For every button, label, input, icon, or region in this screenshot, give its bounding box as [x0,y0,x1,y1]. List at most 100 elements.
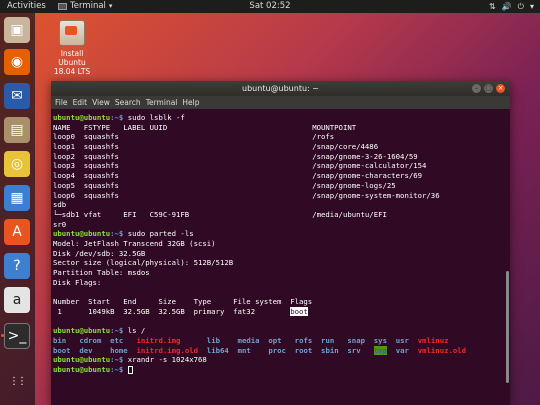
ls-entry: media [219,335,260,345]
help-icon[interactable]: ? [4,253,30,279]
terminal-line: Number Start End Size Type File system F… [53,297,502,307]
terminal-line: boot dev home initrd.img.old lib64 mnt p… [53,345,502,356]
parted-row: Partition Table: msdos [53,268,150,277]
terminal-window[interactable]: ubuntu@ubuntu: ~ – □ × File Edit View Se… [51,81,510,405]
network-icon: ⇅ [488,2,496,11]
menu-view[interactable]: View [92,96,110,109]
ls-entry: root [285,345,313,355]
terminal-line: Partition Table: msdos [53,268,502,278]
terminal-line: NAME FSTYPE LABEL UUID MOUNTPOINT [53,123,502,133]
ls-entry: bin [53,335,67,345]
ls-entry: lib64 [198,345,229,355]
lsblk-row: NAME FSTYPE LABEL UUID MOUNTPOINT [53,122,357,132]
installer-icon [59,20,85,46]
prompt-user: ubuntu@ubuntu [53,326,111,336]
power-icon: ⏻ [517,2,524,11]
parted-row: Sector size (logical/physical): 512B/512… [53,258,234,268]
menu-bar: File Edit View Search Terminal Help [51,96,510,109]
files-icon[interactable]: ▤ [4,117,30,143]
writer-icon[interactable]: ▦ [4,185,30,211]
window-title: ubuntu@ubuntu: ~ [242,84,319,93]
ls-entry: proc [250,345,286,355]
lsblk-row: loop0 squashfs /rofs [53,132,335,142]
ls-entry: opt [259,335,282,345]
terminal-line: ubuntu@ubuntu:~$ ls / [53,326,502,336]
terminal-line: Disk Flags: [53,278,502,288]
terminal-line: sr0 [53,220,502,230]
prompt-path: :~$ [110,355,128,365]
install-ubuntu-desktop-icon[interactable]: Install Ubuntu 18.04 LTS [50,20,94,76]
terminal-line: 1 1049kB 32.5GB 32.5GB primary fat32 boo… [53,306,502,317]
installer-dock-icon[interactable]: ▣ [4,17,30,43]
install-label-line3: 18.04 LTS [53,67,91,76]
ls-entry: sys [365,335,387,345]
ls-entry: srv [338,345,361,355]
menu-file[interactable]: File [55,96,68,109]
terminal-output[interactable]: ubuntu@ubuntu:~$ sudo lsblk -f NAME FSTYP… [53,113,502,405]
firefox-icon[interactable]: ◉ [4,49,30,75]
menu-edit[interactable]: Edit [73,96,88,109]
ls-entry: initrd.img [136,335,181,345]
ls-entry: run [312,335,335,345]
volume-icon: 🔊 [501,2,512,11]
system-tray[interactable]: ⇅ 🔊 ⏻ ▾ [489,0,534,13]
command-text: xrandr -s 1024x768 [127,355,207,365]
ls-entry: etc [101,335,124,345]
ls-entry: lib [180,335,220,345]
software-icon[interactable]: A [4,219,30,245]
menu-terminal[interactable]: Terminal [146,96,178,109]
prompt-path: :~$ [110,326,128,336]
terminal-line: Sector size (logical/physical): 512B/512… [53,258,502,268]
lsblk-row: sdb [53,200,67,210]
lsblk-row: loop3 squashfs /snap/gnome-calculator/15… [53,161,427,171]
lsblk-row: loop2 squashfs /snap/gnome-3-26-1604/59 [53,151,418,161]
ls-entry [123,336,136,345]
command-text: sudo parted -ls [127,229,194,239]
terminal-line: Model: JetFlash Transcend 32GB (scsi) [53,239,502,249]
lsblk-row: loop4 squashfs /snap/gnome-characters/69 [53,171,423,181]
window-titlebar[interactable]: ubuntu@ubuntu: ~ – □ × [51,81,510,96]
ls-entry: tmp [373,345,387,355]
thunderbird-icon[interactable]: ✉ [4,83,30,109]
parted-row: Disk /dev/sdb: 32.5GB [53,248,146,258]
terminal-icon[interactable]: >_ [4,323,30,349]
terminal-line: loop0 squashfs /rofs [53,132,502,142]
prompt-user: ubuntu@ubuntu [53,113,111,122]
close-button[interactable]: × [496,84,505,93]
terminal-line: loop6 squashfs /snap/gnome-system-monito… [53,191,502,201]
chevron-down-icon: ▾ [529,2,534,11]
prompt-user: ubuntu@ubuntu [53,355,111,365]
amazon-icon[interactable]: a [4,287,30,313]
terminal-line: ubuntu@ubuntu:~$ [53,365,502,375]
minimize-button[interactable]: – [472,84,481,93]
terminal-line: loop4 squashfs /snap/gnome-characters/69 [53,171,502,181]
terminal-line: bin cdrom etc initrd.img lib media opt r… [53,336,502,346]
ls-entry [361,346,374,355]
command-text: ls / [127,326,146,336]
clock[interactable]: Sat 02:52 [0,0,540,13]
prompt-user: ubuntu@ubuntu [53,364,111,374]
lsblk-row: loop1 squashfs /snap/core/4486 [53,142,379,152]
ls-entry [409,346,418,355]
menu-search[interactable]: Search [115,96,141,109]
scrollbar[interactable] [506,271,509,383]
terminal-line: sdb [53,200,502,210]
rhythmbox-icon[interactable]: ◎ [4,151,30,177]
ls-entry: dev [70,345,93,355]
prompt-path: :~$ [110,364,128,374]
ls-entry: var [386,345,409,355]
show-apps-icon[interactable]: ⋮⋮ [4,368,30,394]
ls-entry: snap [334,335,365,345]
terminal-line: └─sdb1 vfat EFI C59C-91FB /media/ubuntu/… [53,210,502,220]
menu-help[interactable]: Help [182,96,199,109]
terminal-line: loop2 squashfs /snap/gnome-3-26-1604/59 [53,152,502,162]
maximize-button[interactable]: □ [484,84,493,93]
terminal-line: loop3 squashfs /snap/gnome-calculator/15… [53,161,502,171]
ls-entry: initrd.img.old [136,345,199,355]
ls-entry: mnt [228,345,251,355]
partition-row: 1 1049kB 32.5GB 32.5GB primary fat32 [53,306,291,316]
terminal-line: Disk /dev/sdb: 32.5GB [53,249,502,259]
install-label-line2: Ubuntu [58,58,86,67]
parted-row: Disk Flags: [53,277,102,287]
